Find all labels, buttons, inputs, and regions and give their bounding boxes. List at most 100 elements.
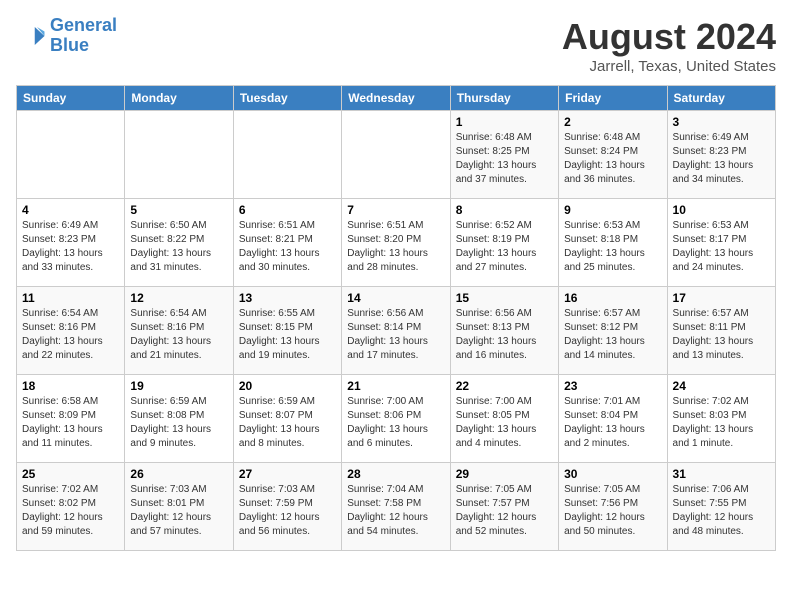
day-info: Sunrise: 7:04 AM Sunset: 7:58 PM Dayligh… <box>347 483 444 539</box>
day-cell: 21Sunrise: 7:00 AM Sunset: 8:06 PM Dayli… <box>342 375 450 463</box>
day-cell: 27 Sunrise: 7:03 AM Sunset: 7:59 PM Dayli… <box>233 463 341 551</box>
day-info: Sunrise: 6:55 AM Sunset: 8:15 PM Dayligh… <box>239 307 336 363</box>
logo-line1: General <box>50 15 117 35</box>
day-cell: 9 Sunrise: 6:53 AM Sunset: 8:18 PM Daylig… <box>559 199 667 287</box>
day-cell: 24Sunrise: 7:02 AM Sunset: 8:03 PM Dayli… <box>667 375 775 463</box>
day-cell <box>17 111 125 199</box>
header-day-saturday: Saturday <box>667 86 775 111</box>
day-number: 1 <box>456 115 553 129</box>
day-number: 7 <box>347 203 444 217</box>
day-info: Sunrise: 6:49 AM Sunset: 8:23 PM Dayligh… <box>673 131 770 187</box>
day-info: Sunrise: 7:05 AM Sunset: 7:56 PM Dayligh… <box>564 483 661 539</box>
day-number: 29 <box>456 467 553 481</box>
day-info: Sunrise: 6:56 AM Sunset: 8:14 PM Dayligh… <box>347 307 444 363</box>
day-number: 14 <box>347 291 444 305</box>
day-info: Sunrise: 6:57 AM Sunset: 8:11 PM Dayligh… <box>673 307 770 363</box>
week-row-1: 1 Sunrise: 6:48 AM Sunset: 8:25 PM Daylig… <box>17 111 776 199</box>
day-info: Sunrise: 6:53 AM Sunset: 8:18 PM Dayligh… <box>564 219 661 275</box>
day-cell: 22Sunrise: 7:00 AM Sunset: 8:05 PM Dayli… <box>450 375 558 463</box>
day-cell <box>233 111 341 199</box>
day-cell: 16Sunrise: 6:57 AM Sunset: 8:12 PM Dayli… <box>559 287 667 375</box>
day-info: Sunrise: 7:06 AM Sunset: 7:55 PM Dayligh… <box>673 483 770 539</box>
day-number: 15 <box>456 291 553 305</box>
day-info: Sunrise: 7:05 AM Sunset: 7:57 PM Dayligh… <box>456 483 553 539</box>
day-number: 5 <box>130 203 227 217</box>
day-info: Sunrise: 6:52 AM Sunset: 8:19 PM Dayligh… <box>456 219 553 275</box>
day-cell: 26 Sunrise: 7:03 AM Sunset: 8:01 PM Dayli… <box>125 463 233 551</box>
day-number: 6 <box>239 203 336 217</box>
day-cell: 12 Sunrise: 6:54 AM Sunset: 8:16 PM Dayli… <box>125 287 233 375</box>
day-cell: 6 Sunrise: 6:51 AM Sunset: 8:21 PM Daylig… <box>233 199 341 287</box>
header-row: SundayMondayTuesdayWednesdayThursdayFrid… <box>17 86 776 111</box>
title-block: August 2024 Jarrell, Texas, United State… <box>562 16 776 75</box>
week-row-5: 25Sunrise: 7:02 AM Sunset: 8:02 PM Dayli… <box>17 463 776 551</box>
header-day-monday: Monday <box>125 86 233 111</box>
day-cell: 1 Sunrise: 6:48 AM Sunset: 8:25 PM Daylig… <box>450 111 558 199</box>
day-number: 20 <box>239 379 336 393</box>
calendar-table: SundayMondayTuesdayWednesdayThursdayFrid… <box>16 85 776 551</box>
header-day-tuesday: Tuesday <box>233 86 341 111</box>
page-header: General Blue August 2024 Jarrell, Texas,… <box>16 16 776 75</box>
calendar-title: August 2024 <box>562 16 776 58</box>
day-info: Sunrise: 6:54 AM Sunset: 8:16 PM Dayligh… <box>22 307 119 363</box>
day-info: Sunrise: 6:54 AM Sunset: 8:16 PM Dayligh… <box>130 307 227 363</box>
day-info: Sunrise: 6:58 AM Sunset: 8:09 PM Dayligh… <box>22 395 119 451</box>
day-cell: 14 Sunrise: 6:56 AM Sunset: 8:14 PM Dayli… <box>342 287 450 375</box>
day-number: 24 <box>673 379 770 393</box>
day-number: 9 <box>564 203 661 217</box>
day-cell <box>342 111 450 199</box>
day-info: Sunrise: 6:48 AM Sunset: 8:25 PM Dayligh… <box>456 131 553 187</box>
day-info: Sunrise: 7:03 AM Sunset: 7:59 PM Dayligh… <box>239 483 336 539</box>
day-number: 2 <box>564 115 661 129</box>
day-cell: 18 Sunrise: 6:58 AM Sunset: 8:09 PM Dayli… <box>17 375 125 463</box>
day-number: 23 <box>564 379 661 393</box>
header-day-friday: Friday <box>559 86 667 111</box>
day-info: Sunrise: 6:51 AM Sunset: 8:20 PM Dayligh… <box>347 219 444 275</box>
day-number: 31 <box>673 467 770 481</box>
day-number: 17 <box>673 291 770 305</box>
day-cell: 2 Sunrise: 6:48 AM Sunset: 8:24 PM Daylig… <box>559 111 667 199</box>
day-cell: 7 Sunrise: 6:51 AM Sunset: 8:20 PM Daylig… <box>342 199 450 287</box>
day-number: 21 <box>347 379 444 393</box>
day-info: Sunrise: 6:48 AM Sunset: 8:24 PM Dayligh… <box>564 131 661 187</box>
day-cell: 5 Sunrise: 6:50 AM Sunset: 8:22 PM Daylig… <box>125 199 233 287</box>
day-number: 13 <box>239 291 336 305</box>
day-number: 11 <box>22 291 119 305</box>
day-number: 28 <box>347 467 444 481</box>
day-cell: 19Sunrise: 6:59 AM Sunset: 8:08 PM Dayli… <box>125 375 233 463</box>
day-number: 26 <box>130 467 227 481</box>
day-cell: 11 Sunrise: 6:54 AM Sunset: 8:16 PM Dayli… <box>17 287 125 375</box>
day-info: Sunrise: 6:50 AM Sunset: 8:22 PM Dayligh… <box>130 219 227 275</box>
week-row-3: 11 Sunrise: 6:54 AM Sunset: 8:16 PM Dayli… <box>17 287 776 375</box>
day-info: Sunrise: 6:49 AM Sunset: 8:23 PM Dayligh… <box>22 219 119 275</box>
day-number: 27 <box>239 467 336 481</box>
day-info: Sunrise: 7:03 AM Sunset: 8:01 PM Dayligh… <box>130 483 227 539</box>
day-cell: 8 Sunrise: 6:52 AM Sunset: 8:19 PM Daylig… <box>450 199 558 287</box>
day-cell: 4Sunrise: 6:49 AM Sunset: 8:23 PM Daylig… <box>17 199 125 287</box>
day-cell: 17 Sunrise: 6:57 AM Sunset: 8:11 PM Dayli… <box>667 287 775 375</box>
day-cell: 15Sunrise: 6:56 AM Sunset: 8:13 PM Dayli… <box>450 287 558 375</box>
day-info: Sunrise: 6:59 AM Sunset: 8:08 PM Dayligh… <box>130 395 227 451</box>
header-day-wednesday: Wednesday <box>342 86 450 111</box>
day-cell: 13 Sunrise: 6:55 AM Sunset: 8:15 PM Dayli… <box>233 287 341 375</box>
logo-line2: Blue <box>50 35 89 55</box>
day-info: Sunrise: 6:51 AM Sunset: 8:21 PM Dayligh… <box>239 219 336 275</box>
day-number: 10 <box>673 203 770 217</box>
day-info: Sunrise: 7:02 AM Sunset: 8:02 PM Dayligh… <box>22 483 119 539</box>
day-number: 12 <box>130 291 227 305</box>
calendar-subtitle: Jarrell, Texas, United States <box>562 58 776 75</box>
day-cell: 29 Sunrise: 7:05 AM Sunset: 7:57 PM Dayli… <box>450 463 558 551</box>
week-row-2: 4Sunrise: 6:49 AM Sunset: 8:23 PM Daylig… <box>17 199 776 287</box>
day-info: Sunrise: 7:01 AM Sunset: 8:04 PM Dayligh… <box>564 395 661 451</box>
day-number: 3 <box>673 115 770 129</box>
header-day-sunday: Sunday <box>17 86 125 111</box>
logo-icon <box>16 21 46 51</box>
day-cell: 25Sunrise: 7:02 AM Sunset: 8:02 PM Dayli… <box>17 463 125 551</box>
day-info: Sunrise: 6:59 AM Sunset: 8:07 PM Dayligh… <box>239 395 336 451</box>
day-number: 18 <box>22 379 119 393</box>
day-info: Sunrise: 6:53 AM Sunset: 8:17 PM Dayligh… <box>673 219 770 275</box>
day-cell: 10 Sunrise: 6:53 AM Sunset: 8:17 PM Dayli… <box>667 199 775 287</box>
day-number: 8 <box>456 203 553 217</box>
day-cell <box>125 111 233 199</box>
day-number: 22 <box>456 379 553 393</box>
